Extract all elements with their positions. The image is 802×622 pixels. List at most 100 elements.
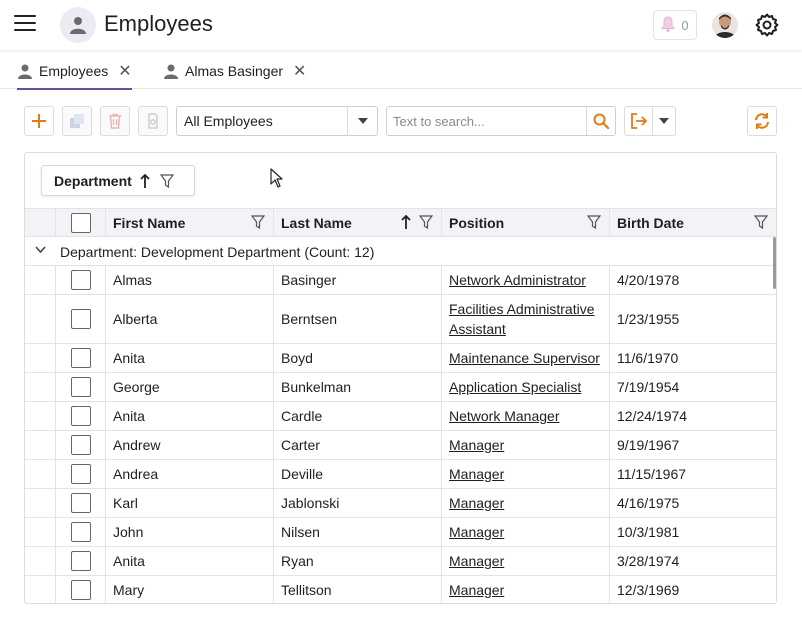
table-row[interactable]: Andrea Deville Manager 11/15/1967 [25, 460, 776, 489]
cell-position: Maintenance Supervisor [441, 344, 609, 372]
position-link[interactable]: Manager [449, 493, 504, 513]
delete-button[interactable] [100, 106, 130, 136]
position-link-line: Network Administrator [449, 272, 586, 288]
sort-ascending-icon [401, 215, 411, 229]
cell-last-name: Deville [273, 460, 441, 488]
search-button[interactable] [586, 107, 615, 135]
cell-first-name: Almas [105, 266, 273, 294]
row-checkbox[interactable] [70, 309, 91, 329]
notifications-button[interactable]: 0 [653, 10, 697, 40]
settings-gear-icon[interactable] [755, 13, 779, 37]
row-checkbox[interactable] [70, 377, 91, 397]
position-link-line: Manager [449, 437, 505, 453]
cell-birth-date: 11/15/1967 [609, 460, 776, 488]
sort-ascending-icon[interactable] [140, 173, 150, 188]
select-all-checkbox[interactable] [70, 213, 91, 233]
copy-button[interactable] [62, 106, 92, 136]
cell-first-name: John [105, 518, 273, 546]
filter-icon[interactable] [419, 215, 433, 229]
table-row[interactable]: Mary Tellitson Manager 12/3/1969 [25, 576, 776, 603]
column-header-first-name[interactable]: First Name [105, 209, 273, 237]
row-checkbox[interactable] [70, 493, 91, 513]
select-value: All Employees [184, 113, 273, 129]
column-header-birth-date[interactable]: Birth Date [609, 209, 776, 237]
table-row[interactable]: Andrew Carter Manager 9/19/1967 [25, 431, 776, 460]
chevron-down-icon[interactable] [35, 246, 46, 253]
cell-birth-date: 11/6/1970 [609, 344, 776, 372]
chevron-down-icon[interactable] [347, 107, 377, 135]
position-link[interactable]: Manager [449, 464, 504, 484]
group-row-department[interactable]: Department: Development Department (Coun… [25, 237, 776, 266]
group-row-label: Department: Development Department (Coun… [60, 244, 375, 260]
position-link[interactable]: Manager [449, 435, 504, 455]
row-checkbox[interactable] [70, 464, 91, 484]
tab-label: Almas Basinger [185, 62, 284, 79]
row-checkbox[interactable] [70, 580, 91, 600]
user-avatar[interactable] [712, 12, 738, 38]
close-icon[interactable]: ✕ [118, 61, 131, 81]
cell-first-name: Mary [105, 576, 273, 603]
filter-icon[interactable] [251, 215, 265, 229]
row-checkbox[interactable] [70, 270, 91, 290]
cell-first-name: Andrew [105, 431, 273, 459]
bell-icon [661, 15, 676, 35]
tab-employees[interactable]: Employees ✕ [17, 52, 132, 90]
hamburger-menu-icon[interactable] [14, 15, 36, 35]
table-row[interactable]: John Nilsen Manager 10/3/1981 [25, 518, 776, 547]
group-chip-label: Department [54, 172, 132, 189]
cell-birth-date: 4/16/1975 [609, 489, 776, 517]
position-link[interactable]: Manager [449, 580, 504, 600]
table-row[interactable]: George Bunkelman Application Specialist 7/1… [25, 373, 776, 402]
cell-position: Manager [441, 460, 609, 488]
close-icon[interactable]: ✕ [293, 61, 306, 81]
column-header-last-name[interactable]: Last Name [273, 209, 441, 237]
tab-almas-basinger[interactable]: Almas Basinger ✕ [163, 52, 313, 89]
cell-birth-date: 7/19/1954 [609, 373, 776, 401]
refresh-button[interactable] [747, 106, 777, 136]
position-link[interactable]: Network Administrator [449, 270, 586, 290]
table-row[interactable]: Anita Ryan Manager 3/28/1974 [25, 547, 776, 576]
position-link[interactable]: Network Manager [449, 406, 560, 426]
filter-icon[interactable] [587, 215, 601, 229]
chevron-down-icon[interactable] [653, 107, 675, 135]
group-chip-department[interactable]: Department [41, 165, 195, 196]
row-checkbox[interactable] [70, 551, 91, 571]
position-link[interactable]: Manager [449, 522, 504, 542]
search-input[interactable] [387, 113, 585, 129]
column-header-position[interactable]: Position [441, 209, 609, 237]
table-row[interactable]: Anita Cardle Network Manager 12/24/1974 [25, 402, 776, 431]
export-button[interactable] [625, 107, 653, 135]
position-link-line: Facilities Administrative [449, 301, 595, 317]
plus-icon [32, 114, 46, 128]
position-link[interactable]: Maintenance Supervisor [449, 348, 600, 368]
row-checkbox[interactable] [70, 406, 91, 426]
table-row[interactable]: Anita Boyd Maintenance Supervisor 11/6/1970 [25, 344, 776, 373]
employee-filter-select[interactable]: All Employees [176, 106, 378, 136]
row-select-cell [55, 266, 105, 294]
cell-last-name: Cardle [273, 402, 441, 430]
table-row[interactable]: Karl Jablonski Manager 4/16/1975 [25, 489, 776, 518]
table-row[interactable]: Almas Basinger Network Administrator 4/20/1… [25, 266, 776, 295]
add-button[interactable] [24, 106, 54, 136]
filter-icon[interactable] [159, 173, 174, 188]
cell-last-name: Ryan [273, 547, 441, 575]
position-link[interactable]: Facilities Administrative Assistant [449, 299, 595, 339]
row-select-cell [55, 344, 105, 372]
position-link-line: Manager [449, 582, 505, 598]
app-header: Employees 0 [0, 0, 802, 50]
app-user-icon [60, 7, 96, 43]
select-all-cell [55, 209, 105, 237]
row-select-cell [55, 576, 105, 603]
row-checkbox[interactable] [70, 435, 91, 455]
row-checkbox[interactable] [70, 522, 91, 542]
cell-position: Manager [441, 518, 609, 546]
position-link-line: Maintenance Supervisor [449, 350, 600, 366]
filter-icon[interactable] [754, 215, 768, 229]
row-checkbox[interactable] [70, 348, 91, 368]
position-link[interactable]: Manager [449, 551, 504, 571]
print-button[interactable] [138, 106, 168, 136]
position-link[interactable]: Application Specialist [449, 377, 581, 397]
grid-scrollbar-thumb[interactable] [773, 237, 776, 289]
table-row[interactable]: Alberta Berntsen Facilities Administrative… [25, 295, 776, 344]
cell-birth-date: 3/28/1974 [609, 547, 776, 575]
